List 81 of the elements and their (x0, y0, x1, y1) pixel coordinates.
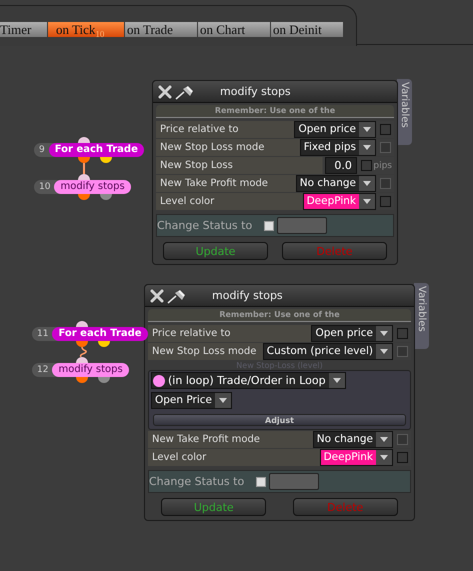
caret-icon (380, 437, 388, 442)
event-tab[interactable]: on Chart (198, 22, 270, 37)
caret-icon (380, 455, 388, 460)
notice-text: Remember: Use one of the (148, 309, 411, 322)
status-label: Change Status to (149, 475, 244, 488)
event-tab[interactable]: Timer (0, 22, 47, 37)
source-value: (in loop) Trade/Order in Loop (167, 373, 327, 388)
dialog-title: modify stops (212, 289, 283, 302)
value-dropdown[interactable]: DeepPink (302, 193, 376, 210)
field-label: Price relative to (152, 328, 231, 339)
caret-icon (363, 181, 371, 186)
color-value: DeepPink (320, 450, 376, 465)
caret-icon (363, 199, 371, 204)
status-checkbox[interactable] (264, 220, 274, 230)
output-port-icon[interactable] (78, 194, 90, 200)
notice-text: Remember: Use one of the (156, 105, 394, 118)
update-button[interactable]: Update (163, 242, 268, 260)
field-label: New Take Profit mode (160, 178, 268, 189)
dialog-title: modify stops (220, 85, 291, 98)
dropdown-value: Open price (314, 326, 374, 341)
field-label: Level color (160, 196, 214, 207)
event-tab[interactable]: on Deinit (271, 22, 343, 37)
field-label: Level color (152, 452, 206, 463)
source-dropdown[interactable]: (in loop) Trade/Order in Loop (151, 372, 346, 389)
field-label: New Take Profit mode (152, 434, 260, 445)
status-label: Change Status to (157, 219, 252, 232)
field-label: New Stop Loss mode (160, 142, 264, 153)
color-value: DeepPink (304, 194, 359, 209)
status-field[interactable] (269, 473, 320, 490)
output-port-icon[interactable] (98, 377, 110, 383)
output-port-icon[interactable] (76, 377, 88, 383)
input-port-icon[interactable] (76, 357, 88, 363)
number-field[interactable]: 0.0 (325, 157, 358, 174)
status-field[interactable] (277, 217, 328, 234)
input-port-icon[interactable] (76, 321, 88, 327)
checkbox[interactable] (380, 124, 391, 135)
block-node[interactable]: modify stops (54, 180, 131, 194)
update-button[interactable]: Update (161, 498, 266, 516)
caret-icon (380, 331, 388, 336)
field-label: New Stop Loss (160, 160, 233, 171)
output-port-icon[interactable] (78, 157, 90, 163)
close-icon[interactable] (150, 288, 164, 302)
output-port-icon[interactable] (76, 341, 88, 347)
event-tab[interactable]: on Tick$_{10}$ (48, 22, 124, 37)
status-checkbox[interactable] (256, 476, 266, 486)
input-port-icon[interactable] (78, 137, 90, 143)
close-icon[interactable] (158, 84, 172, 98)
output-port-icon[interactable] (100, 194, 112, 200)
dropdown-value: No change (298, 176, 357, 191)
field-label: New Stop Loss mode (152, 346, 256, 357)
output-port-icon[interactable] (100, 157, 112, 163)
dropdown-value: Open price (297, 122, 357, 137)
value-dropdown[interactable]: DeepPink (320, 449, 393, 466)
event-tab[interactable]: on Trade (125, 22, 197, 37)
checkbox[interactable] (380, 196, 391, 207)
field-value: Open Price (154, 393, 213, 408)
block-node[interactable]: For each Trade (48, 143, 144, 157)
dropdown-value: Custom (price level) (266, 344, 374, 359)
caret-icon (363, 127, 371, 132)
field-label: Price relative to (160, 124, 239, 135)
dropdown-value: Fixed pips (302, 140, 357, 155)
checkbox[interactable] (361, 160, 372, 171)
variables-tab[interactable]: Variables (397, 79, 412, 145)
checkbox[interactable] (397, 328, 408, 339)
value-dropdown[interactable]: Open price (311, 325, 393, 342)
block-node[interactable]: For each Trade (52, 327, 148, 341)
input-port-icon[interactable] (78, 174, 90, 180)
connector-line (83, 163, 85, 174)
value-dropdown[interactable]: Open price (294, 121, 376, 138)
caret-icon (332, 378, 341, 383)
caret-icon (380, 349, 388, 354)
adjust-button[interactable]: Adjust (153, 414, 406, 426)
field-dropdown[interactable]: Open Price (151, 392, 232, 409)
unit-label: pips (373, 160, 392, 170)
variables-tab[interactable]: Variables (414, 283, 429, 349)
checkbox[interactable] (397, 452, 408, 463)
caret-icon (219, 398, 227, 403)
block-node[interactable]: modify stops (52, 363, 129, 377)
output-port-icon[interactable] (98, 341, 110, 347)
dropdown-value: No change (316, 432, 374, 447)
caret-icon (363, 145, 371, 150)
